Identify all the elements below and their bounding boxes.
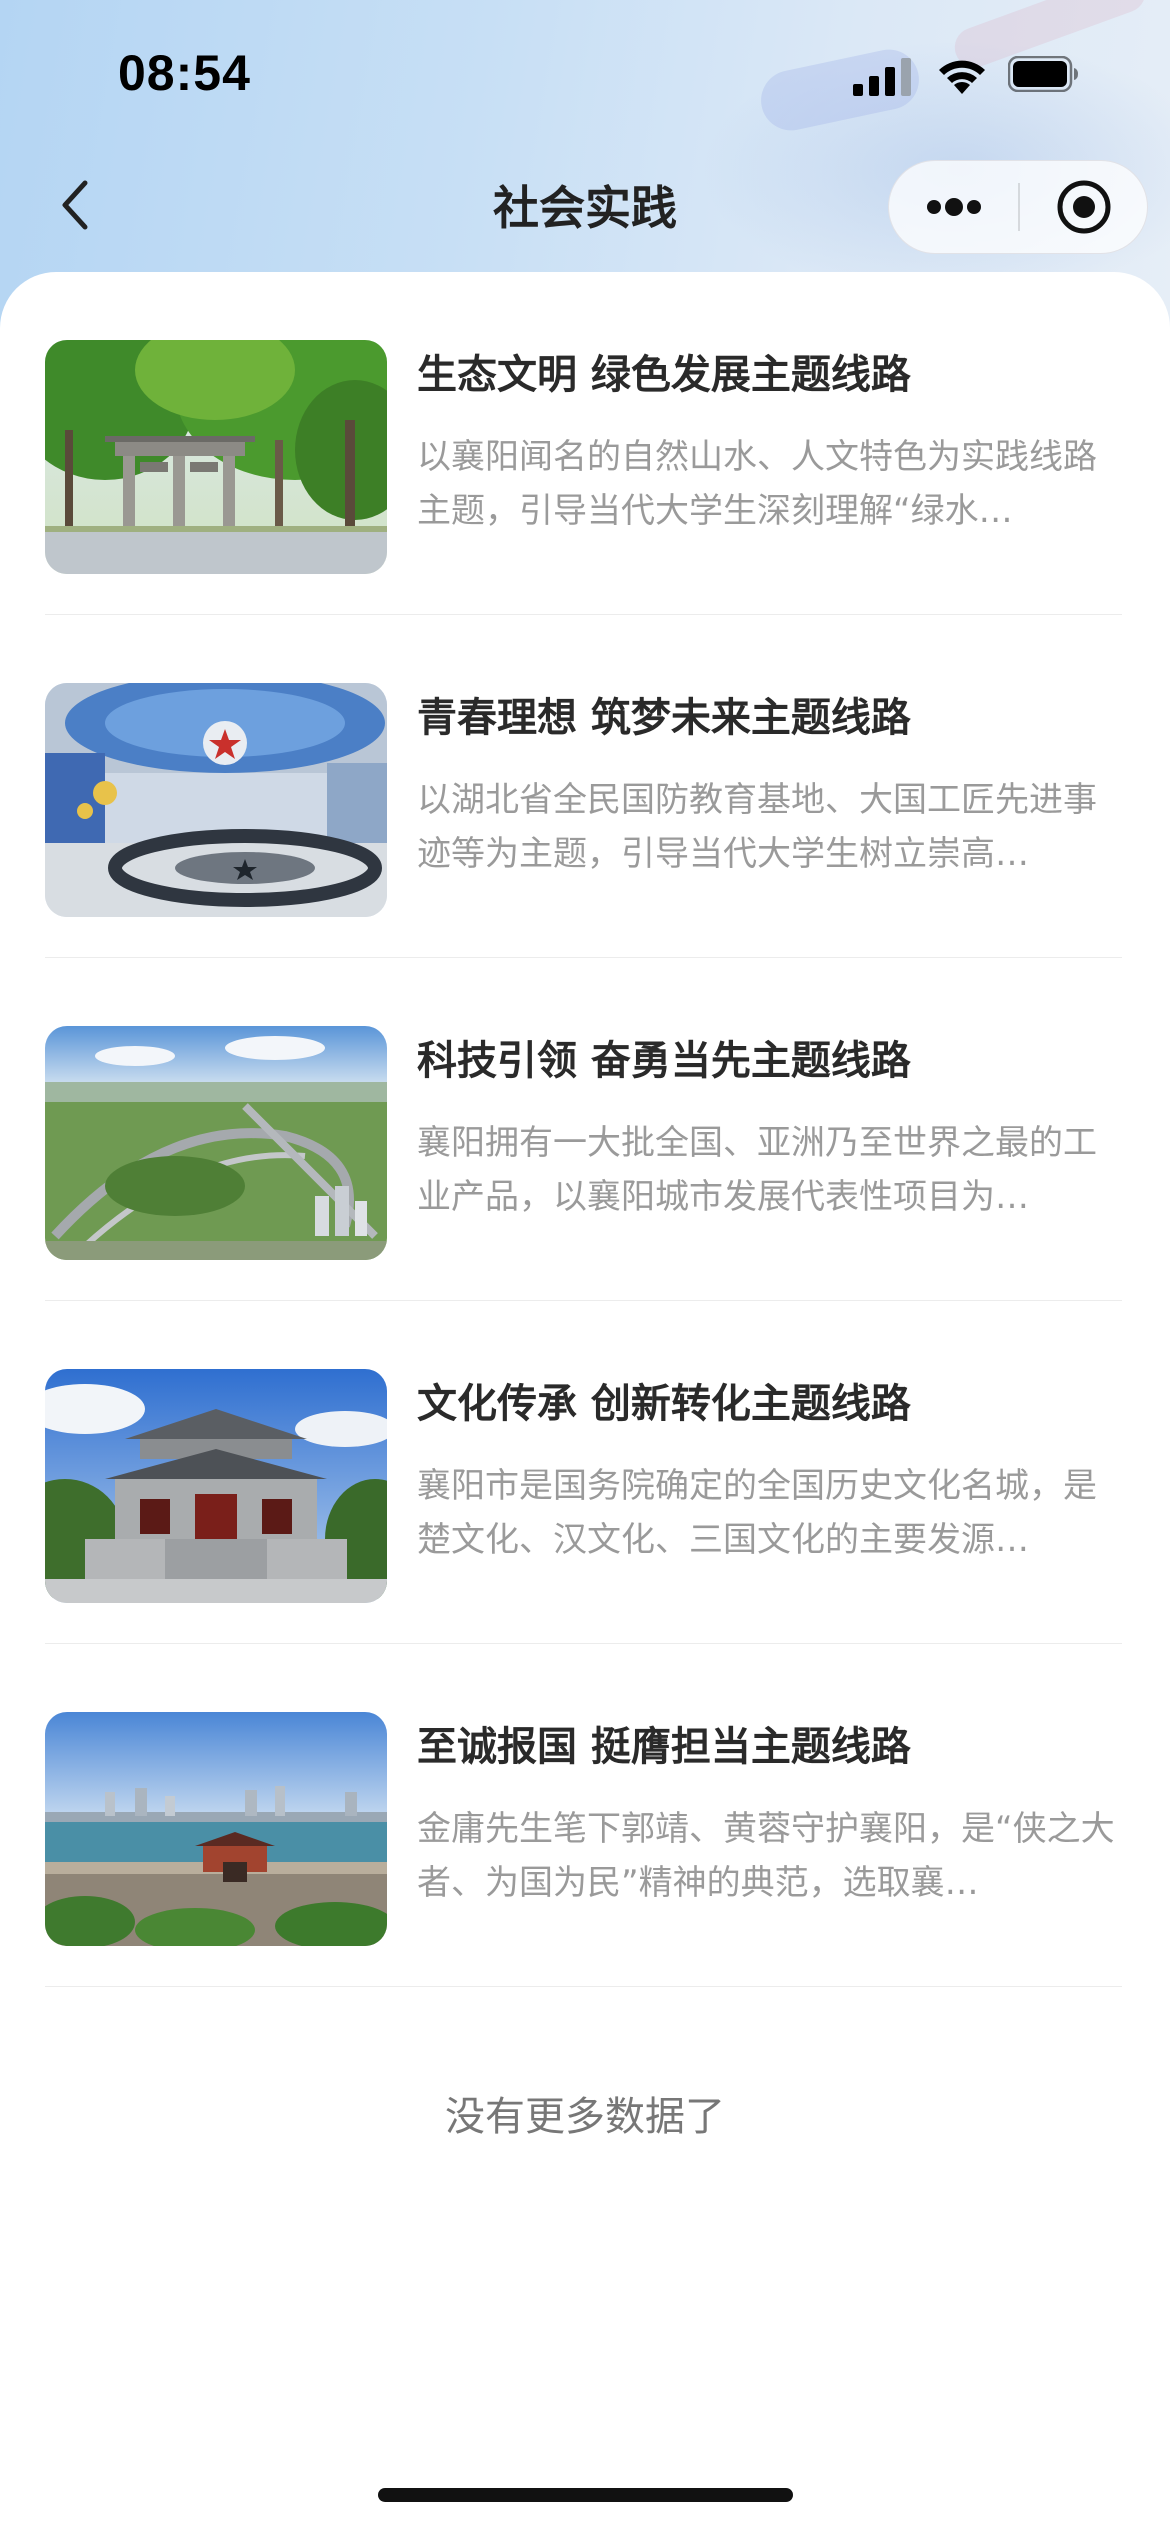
item-description: 襄阳拥有一大批全国、亚洲乃至世界之最的工业产品，以襄阳城市发展代表性项目为… [417,1123,1097,1217]
list-item[interactable]: 科技引领 奋勇当先主题线路 襄阳拥有一大批全国、亚洲乃至世界之最的工业产品，以襄… [45,958,1122,1301]
item-title: 青春理想 筑梦未来主题线路 [417,695,911,741]
phone-screen: 08:54 社会实践 生态文明 绿色发展主题线路 以襄阳闻名的自然山水、人文特色… [0,0,1170,2532]
navigation-bar: 社会实践 [0,150,1170,260]
park-archway-image [45,340,387,574]
cellular-signal-icon [853,58,915,100]
defense-museum-image [45,683,387,917]
item-description: 金庸先生笔下郭靖、黄蓉守护襄阳，是“侠之大者、为国为民”精神的典范，选取襄… [417,1809,1115,1903]
no-more-data-text: 没有更多数据了 [445,2094,725,2140]
more-button[interactable] [889,161,1019,253]
list-item[interactable]: 青春理想 筑梦未来主题线路 以湖北省全民国防教育基地、大国工匠先进事迹等为主题，… [45,615,1122,958]
home-indicator[interactable] [378,2488,793,2502]
item-description: 以襄阳闻名的自然山水、人文特色为实践线路主题，引导当代大学生深刻理解“绿水… [417,437,1097,531]
status-bar: 08:54 [0,0,1170,150]
more-dots-icon [927,198,981,216]
item-title: 科技引领 奋勇当先主题线路 [417,1038,911,1084]
item-description: 以湖北省全民国防教育基地、大国工匠先进事迹等为主题，引导当代大学生树立崇高… [417,780,1097,874]
list-item[interactable]: 文化传承 创新转化主题线路 襄阳市是国务院确定的全国历史文化名城，是楚文化、汉文… [45,1301,1122,1644]
item-title: 生态文明 绿色发展主题线路 [417,352,911,398]
item-title: 至诚报国 挺膺担当主题线路 [417,1724,911,1770]
wifi-icon [935,54,989,100]
list-item[interactable]: 生态文明 绿色发展主题线路 以襄阳闻名的自然山水、人文特色为实践线路主题，引导当… [45,272,1122,615]
city-wall-river-image [45,1712,387,1946]
battery-icon [1007,55,1080,96]
test-track-aerial-image [45,1026,387,1260]
status-time: 08:54 [118,45,251,101]
mini-program-capsule [888,160,1148,254]
close-mini-program-button[interactable] [1020,161,1148,253]
content-sheet: 生态文明 绿色发展主题线路 以襄阳闻名的自然山水、人文特色为实践线路主题，引导当… [0,272,1170,2532]
target-circle-icon [1057,180,1111,234]
item-title: 文化传承 创新转化主题线路 [417,1381,911,1427]
item-description: 襄阳市是国务院确定的全国历史文化名城，是楚文化、汉文化、三国文化的主要发源… [417,1466,1097,1560]
list-item[interactable]: 至诚报国 挺膺担当主题线路 金庸先生笔下郭靖、黄蓉守护襄阳，是“侠之大者、为国为… [45,1644,1122,1987]
ancient-gate-image [45,1369,387,1603]
divider [45,1986,1122,1987]
